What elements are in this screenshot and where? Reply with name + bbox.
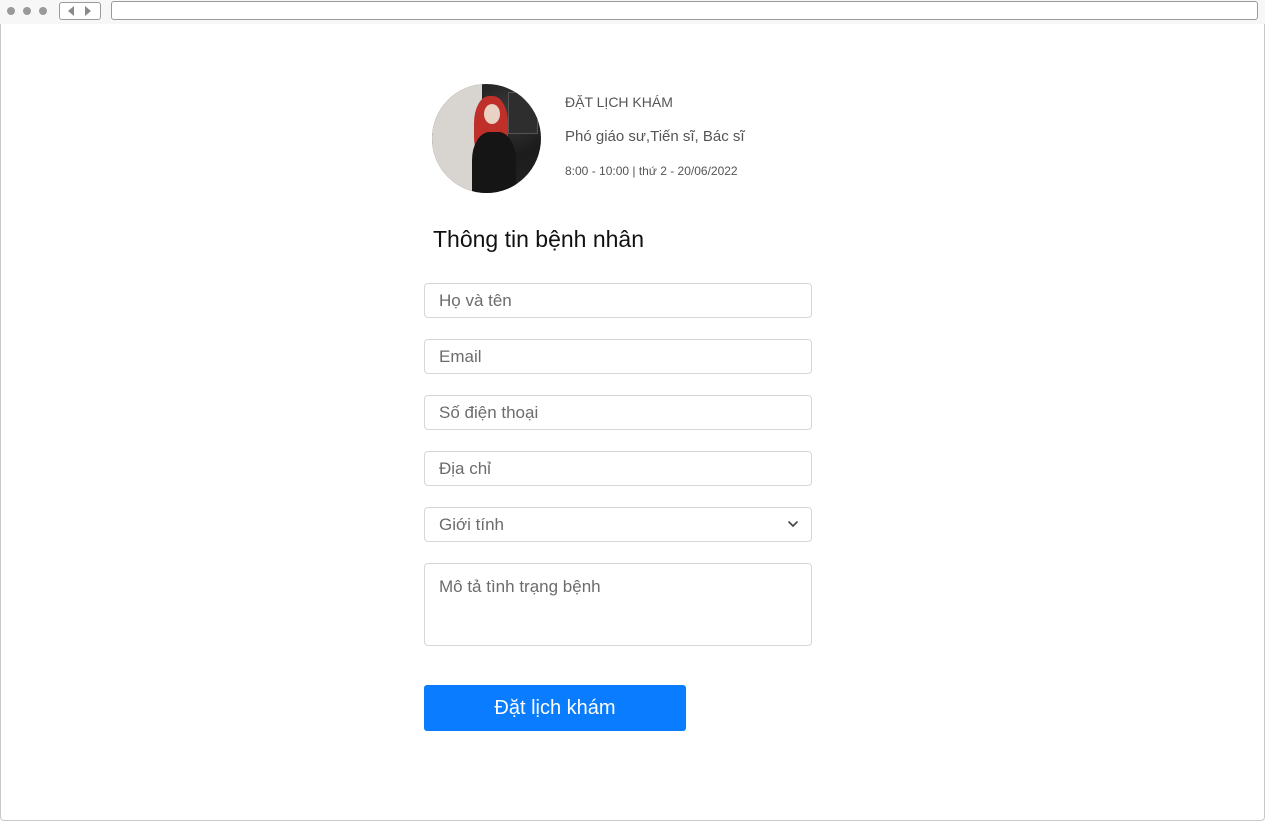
doctor-title: Phó giáo sư,Tiến sĩ, Bác sĩ [565, 128, 745, 145]
email-input[interactable] [424, 339, 812, 374]
window-dot-icon [23, 7, 31, 15]
full-name-input[interactable] [424, 283, 812, 318]
gender-select-value: Giới tính [439, 515, 505, 534]
back-arrow-icon[interactable] [68, 6, 74, 16]
phone-input[interactable] [424, 395, 812, 430]
nav-buttons [59, 2, 101, 20]
doctor-avatar [432, 84, 541, 193]
gender-select[interactable]: Giới tính [424, 507, 812, 542]
description-textarea[interactable] [424, 563, 812, 646]
doctor-card: ĐẶT LỊCH KHÁM Phó giáo sư,Tiến sĩ, Bác s… [432, 84, 832, 194]
address-input[interactable] [424, 451, 812, 486]
window-dot-icon [39, 7, 47, 15]
chevron-down-icon [788, 521, 798, 527]
window-dot-icon [7, 7, 15, 15]
book-appointment-button[interactable]: Đặt lịch khám [424, 685, 686, 731]
booking-title: ĐẶT LỊCH KHÁM [565, 94, 673, 110]
appointment-time: 8:00 - 10:00 | thứ 2 - 20/06/2022 [565, 164, 738, 178]
browser-toolbar [0, 0, 1265, 24]
section-title: Thông tin bệnh nhân [433, 226, 645, 252]
forward-arrow-icon[interactable] [85, 6, 91, 16]
address-bar[interactable] [111, 1, 1258, 20]
